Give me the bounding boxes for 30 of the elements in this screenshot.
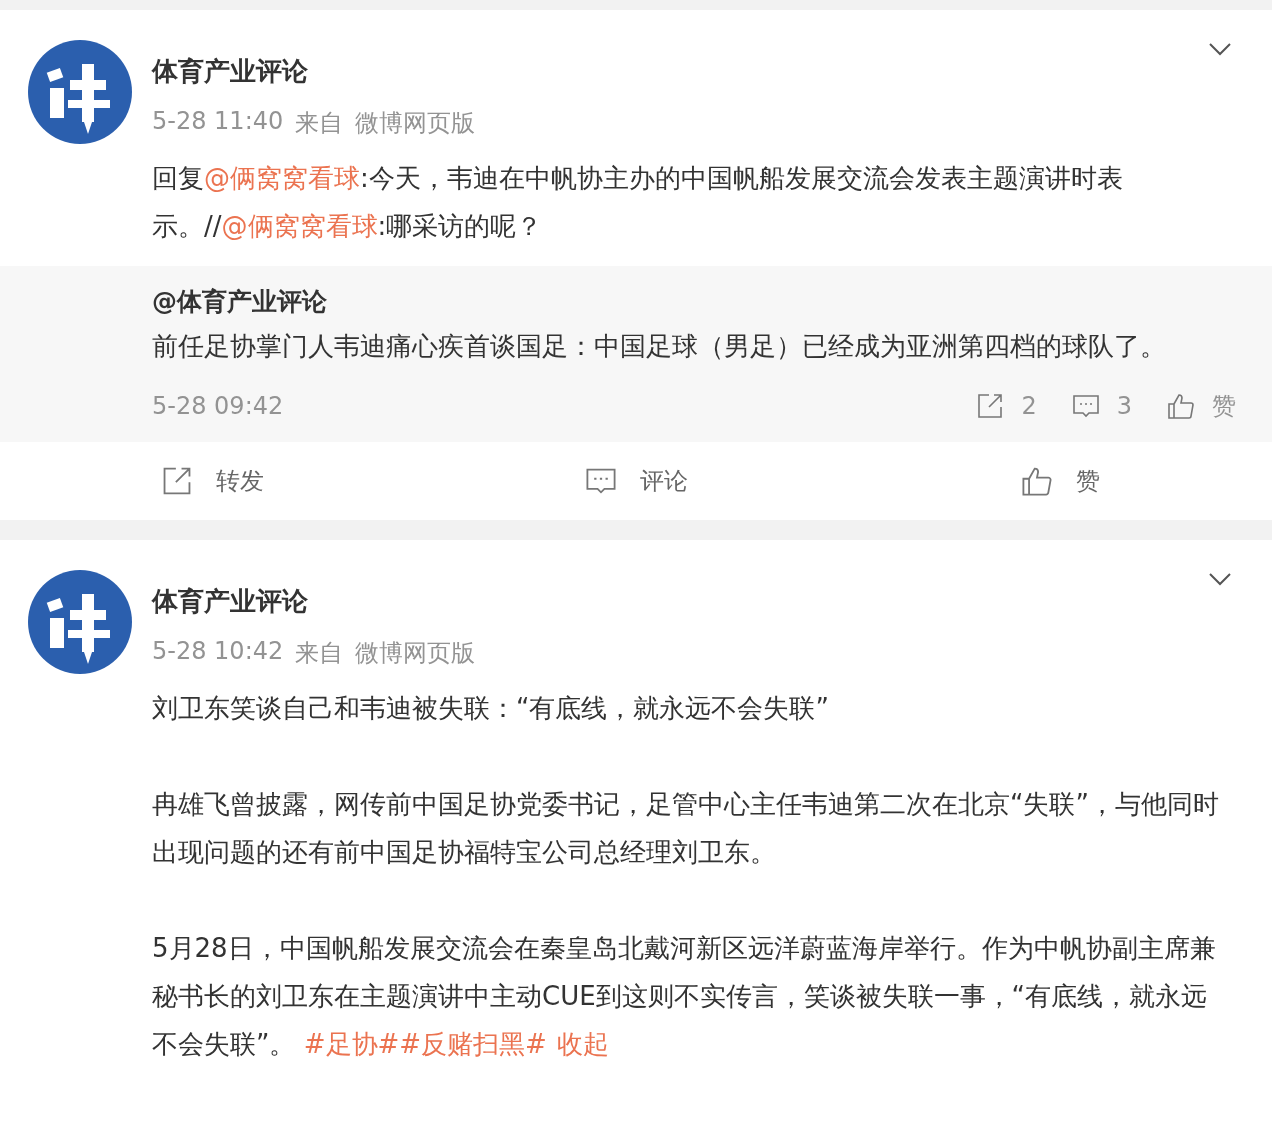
link[interactable]: @俩窝窝看球 <box>221 211 378 241</box>
post-time: 5-28 11:40 <box>152 107 284 137</box>
comment-button[interactable]: 评论 <box>424 463 848 499</box>
chevron-down-icon[interactable] <box>1208 42 1232 56</box>
author-name[interactable]: 体育产业评论 <box>152 584 476 619</box>
post-text: 回复@俩窝窝看球:今天，韦迪在中帆协主办的中国帆船发展交流会发表主题演讲时表示。//@俩窝窝看球:哪采访的呢？ <box>152 162 1124 243</box>
avatar[interactable] <box>28 570 132 674</box>
source-label: 来自 <box>295 108 344 139</box>
chevron-down-icon[interactable] <box>1208 572 1232 586</box>
collapse-link[interactable]: 收起 <box>557 1029 610 1059</box>
source-label: 来自 <box>295 638 344 669</box>
like-button[interactable]: 赞 <box>848 463 1272 499</box>
repost-count[interactable]: 2 <box>975 391 1037 421</box>
thumbs-up-icon <box>1166 391 1196 421</box>
post-text: 刘卫东笑谈自己和韦迪被失联：“有底线，就永远不会失联” <box>152 692 830 725</box>
author-name[interactable]: 体育产业评论 <box>152 54 476 89</box>
post-text: 5月28日，中国帆船发展交流会在秦皇岛北戴河新区远洋蔚蓝海岸举行。作为中帆协副主席兼秘书长的刘卫东在主题演讲中主动CUE到这则不实传言，笑谈被失联一事，“有底线，就永远不会失联”。 #足协##反赌扫黑# 收起 <box>152 932 1217 1061</box>
post-source: 微博网页版 <box>355 638 476 669</box>
post-text: 冉雄飞曾披露，网传前中国足协党委书记，足管中心主任韦迪第二次在北京“失联”，与他同时出现问题的还有前中国足协福特宝公司总经理刘卫东。 <box>152 788 1220 869</box>
quoted-text: 前任足协掌门人韦迪痛心疾首谈国足：中国足球（男足）已经成为亚洲第四档的球队了。 <box>152 330 1167 363</box>
like-button[interactable]: 赞 <box>1166 390 1236 422</box>
post-time: 5-28 10:42 <box>152 637 284 667</box>
link[interactable]: @俩窝窝看球 <box>204 163 360 193</box>
post-source: 微博网页版 <box>355 108 476 139</box>
quoted-time: 5-28 09:42 <box>152 392 284 420</box>
link[interactable]: #足协##反赌扫黑# <box>303 1029 547 1059</box>
quoted-author[interactable]: @体育产业评论 <box>152 282 1236 322</box>
repost-button[interactable]: 转发 <box>0 463 424 499</box>
avatar[interactable] <box>28 40 132 144</box>
comment-count[interactable]: 3 <box>1070 391 1132 421</box>
